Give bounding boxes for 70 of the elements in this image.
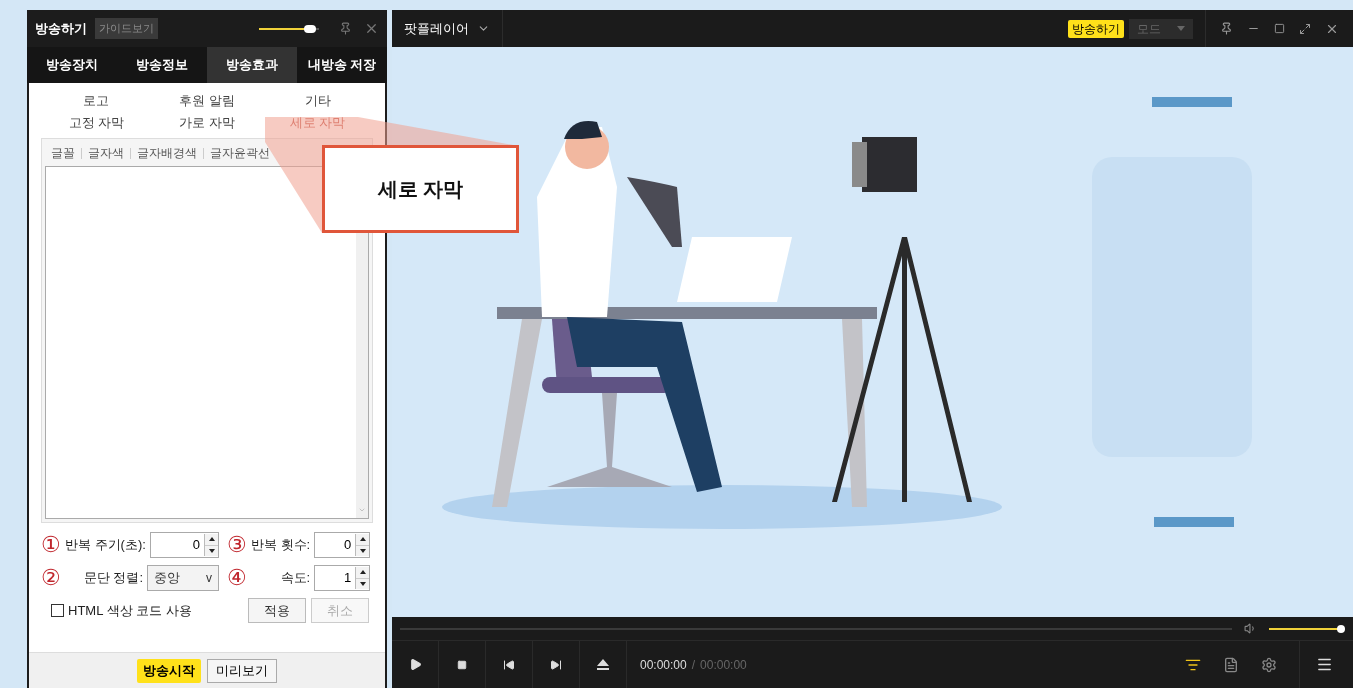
step-marker: ② — [41, 567, 61, 589]
panel-tab[interactable]: 방송정보 — [117, 47, 207, 83]
format-tool[interactable]: 글자윤곽선 — [210, 144, 270, 162]
up-arrow-icon — [359, 537, 366, 542]
eject-icon[interactable] — [597, 659, 609, 670]
number-value: 0 — [191, 536, 201, 555]
spin-up-button[interactable] — [356, 567, 370, 578]
number-field[interactable]: 0 — [149, 532, 219, 558]
slider-thumb[interactable] — [304, 24, 316, 33]
number-value: 1 — [343, 569, 353, 588]
caret-icon — [1177, 26, 1185, 31]
subtab[interactable]: 고정 자막 — [41, 112, 152, 132]
maximize-icon[interactable] — [1274, 23, 1285, 34]
step-marker: ③ — [227, 534, 247, 556]
subtab[interactable]: 후원 알림 — [151, 91, 263, 111]
subtab[interactable]: 로고 — [41, 91, 152, 111]
number-value: 0 — [343, 536, 353, 555]
volume-icon[interactable] — [1244, 622, 1257, 635]
mode-label: 모드 — [1137, 20, 1161, 38]
panel-title: 방송하기 — [35, 19, 87, 38]
next-icon[interactable] — [550, 658, 562, 671]
number-field[interactable]: 0 — [314, 532, 371, 558]
broadcast-badge[interactable]: 방송하기 — [1068, 19, 1124, 38]
opacity-slider[interactable] — [259, 23, 319, 34]
document-icon[interactable] — [1223, 656, 1239, 673]
apply-button[interactable]: 적용 — [248, 598, 306, 623]
down-arrow-icon — [359, 581, 366, 586]
total-time: 00:00:00 — [700, 656, 747, 674]
step-marker: ④ — [227, 567, 247, 589]
fullscreen-icon[interactable] — [1299, 22, 1311, 35]
alignment-select[interactable]: 중앙 v — [147, 565, 219, 591]
field-label: 문단 정렬: — [83, 569, 143, 588]
down-arrow-icon — [208, 548, 215, 553]
field-label: 반복 횟수: — [251, 536, 311, 555]
format-tool[interactable]: 글꼴 — [51, 144, 75, 162]
select-value: 중앙 — [154, 569, 180, 588]
checkbox-label: HTML 색상 코드 사용 — [68, 601, 192, 620]
subtab[interactable]: 기타 — [262, 91, 373, 111]
spin-up-button[interactable] — [205, 534, 218, 545]
step-marker: ① — [41, 534, 61, 556]
number-field[interactable]: 1 — [314, 565, 371, 591]
pin-icon[interactable] — [1220, 22, 1233, 35]
subtab[interactable]: 가로 자막 — [151, 112, 263, 132]
panel-tab[interactable]: 방송효과 — [207, 47, 297, 83]
close-icon[interactable] — [364, 21, 379, 36]
format-tool[interactable]: 글자색 — [88, 144, 124, 162]
volume-thumb[interactable] — [1337, 624, 1346, 633]
preview-button[interactable]: 미리보기 — [207, 658, 277, 683]
html-color-checkbox[interactable] — [51, 604, 64, 617]
time-separator: / — [691, 656, 696, 674]
settings-icon[interactable] — [1261, 656, 1277, 673]
spin-up-button[interactable] — [356, 534, 370, 545]
menu-icon[interactable] — [1316, 656, 1333, 673]
panel-tab[interactable]: 방송장치 — [27, 47, 117, 83]
pin-icon[interactable] — [339, 22, 352, 35]
up-arrow-icon — [359, 570, 366, 575]
stop-icon[interactable] — [457, 659, 467, 670]
previous-icon[interactable] — [503, 658, 515, 671]
format-tool[interactable]: 글자배경색 — [137, 144, 197, 162]
start-broadcast-button[interactable]: 방송시작 — [137, 658, 201, 683]
caret-icon: v — [206, 569, 212, 587]
current-time: 00:00:00 — [640, 656, 687, 674]
panel-tab[interactable]: 내방송 저장 — [297, 47, 387, 83]
volume-slider[interactable] — [1269, 623, 1345, 634]
down-arrow-icon — [359, 548, 366, 553]
callout-box: 세로 자막 — [322, 145, 519, 233]
field-label: 속도: — [280, 569, 311, 588]
up-arrow-icon — [208, 537, 215, 542]
field-label: 반복 주기(초): — [65, 536, 146, 555]
play-icon[interactable] — [408, 658, 422, 671]
